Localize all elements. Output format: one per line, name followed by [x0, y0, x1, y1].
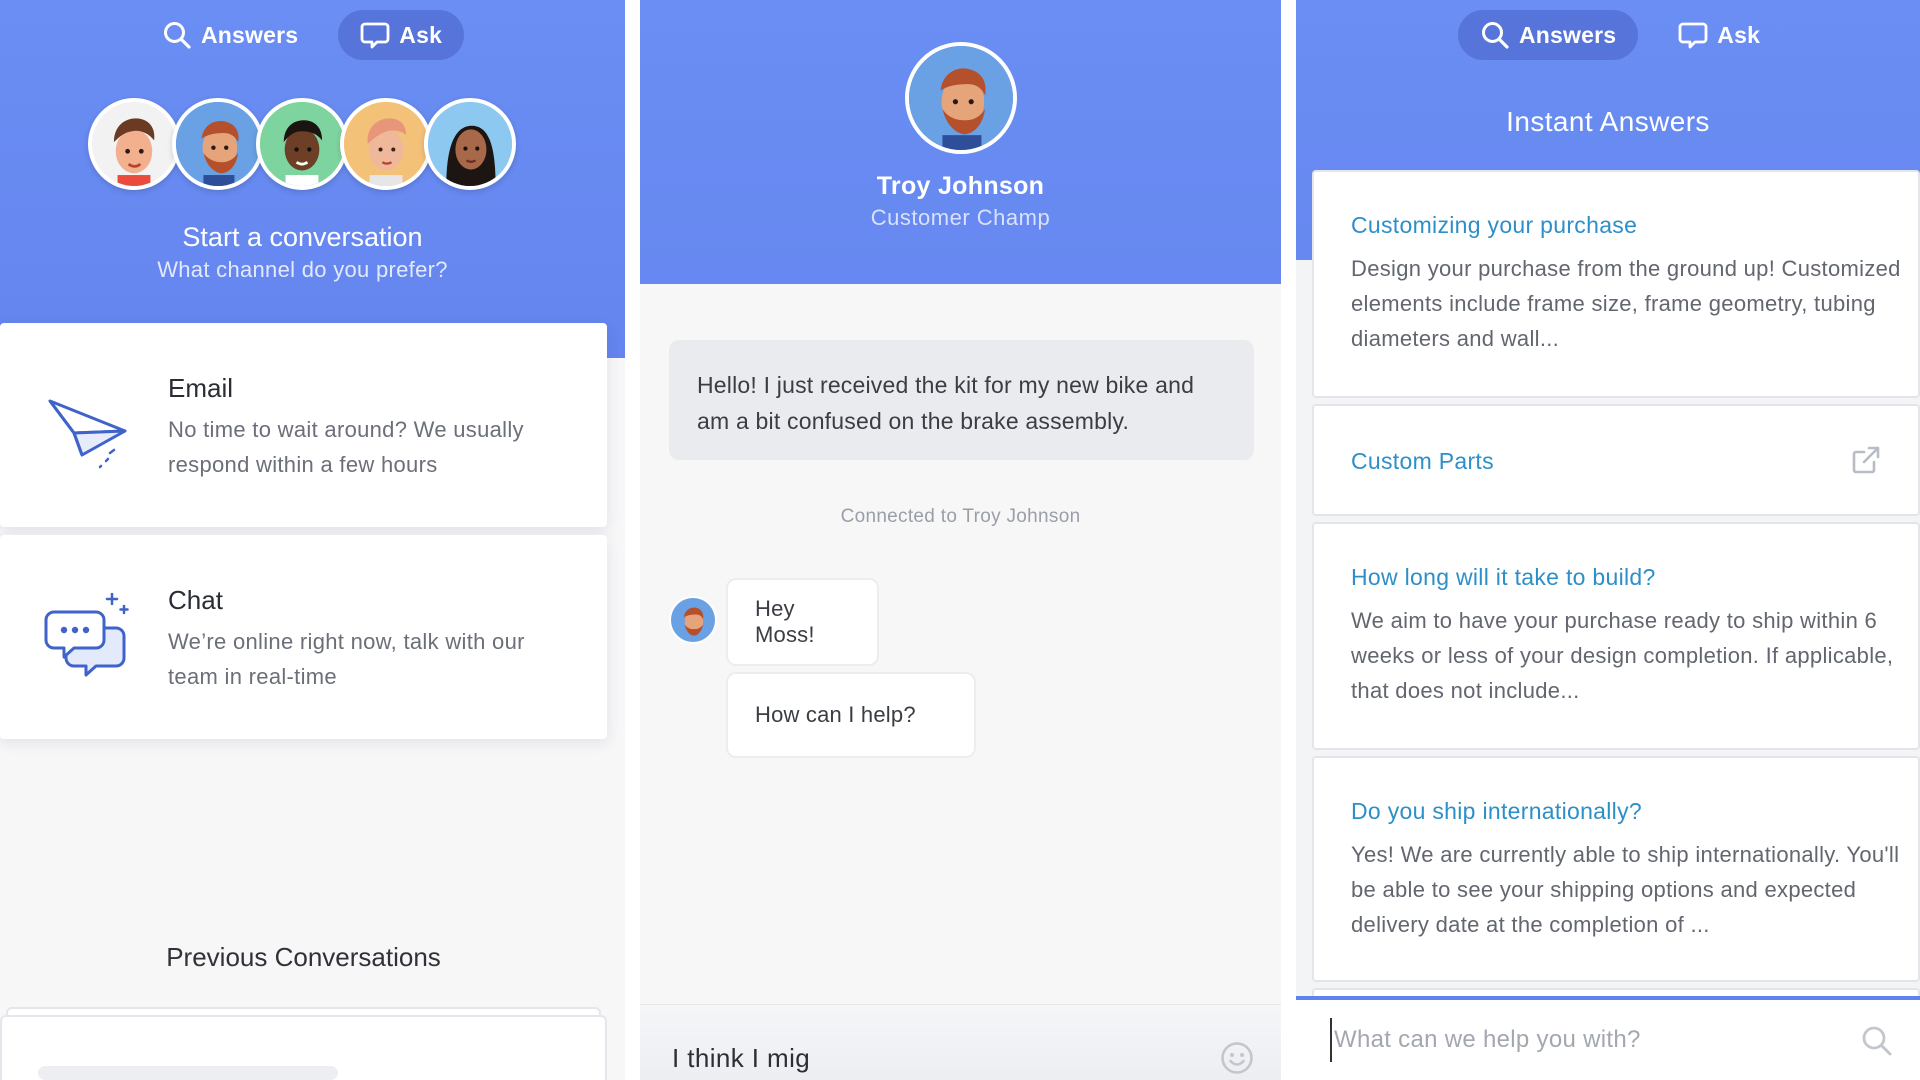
answers-tab[interactable]: Answers: [1458, 10, 1639, 60]
search-icon: [1482, 22, 1509, 49]
previous-conversation-preview: [38, 1066, 338, 1080]
avatar: [88, 98, 180, 190]
emoji-icon[interactable]: [1220, 1041, 1254, 1075]
avatar: [340, 98, 432, 190]
start-conversation-title: Start a conversation: [182, 222, 423, 252]
answers-tab[interactable]: Answers: [140, 10, 320, 60]
answers-tab-label: Answers: [1519, 21, 1617, 48]
chat-screen: Troy Johnson Customer Champ Hello! I jus…: [640, 0, 1281, 1080]
agent-role: Customer Champ: [870, 205, 1051, 230]
search-input[interactable]: [1330, 1018, 1850, 1062]
chat-card-title: Chat: [168, 585, 223, 615]
agent-message-bubble: How can I help?: [726, 672, 976, 758]
chat-card-description: We’re online right now, talk with our te…: [168, 629, 525, 689]
chat-bubble-icon: [1678, 22, 1708, 49]
agent-name: Troy Johnson: [876, 172, 1045, 200]
answer-excerpt: Yes! We are currently able to ship inter…: [1351, 842, 1900, 937]
agent-avatar-small: [669, 596, 717, 644]
answer-card-link[interactable]: Custom Parts: [1312, 404, 1920, 516]
answers-search-bar: [1296, 996, 1920, 1080]
ask-tab-label: Ask: [399, 21, 443, 48]
right-nav: Answers Ask: [1458, 10, 1782, 60]
email-card-title: Email: [168, 373, 234, 403]
external-link-icon: [1852, 446, 1880, 474]
email-card-description: No time to wait around? We usually respo…: [168, 417, 524, 477]
chat-bubble-icon: [360, 22, 390, 49]
team-avatars: [88, 98, 516, 190]
panel-gap: [625, 0, 640, 1080]
paper-plane-icon: [48, 399, 127, 469]
panel-gap: [1281, 0, 1296, 1080]
answer-title: How long will it take to build?: [1351, 564, 1656, 590]
answer-card[interactable]: How long will it take to build? We aim t…: [1312, 522, 1920, 750]
search-icon[interactable]: [1860, 1024, 1894, 1058]
ask-tab[interactable]: Ask: [338, 10, 465, 60]
chat-header: Troy Johnson Customer Champ: [640, 0, 1281, 284]
search-icon: [164, 22, 191, 49]
ask-tab-label: Ask: [1717, 21, 1761, 48]
answer-title: Do you ship internationally?: [1351, 798, 1642, 824]
message-input[interactable]: I think I mig: [672, 1043, 810, 1074]
avatar: [424, 98, 516, 190]
avatar: [256, 98, 348, 190]
answer-card[interactable]: Do you ship internationally? Yes! We are…: [1312, 756, 1920, 982]
left-nav: Answers Ask: [140, 10, 465, 60]
answer-title: Custom Parts: [1351, 448, 1494, 474]
email-channel-card[interactable]: Email No time to wait around? We usually…: [0, 323, 607, 527]
connection-status: Connected to Troy Johnson: [840, 506, 1081, 527]
instant-answers-title: Instant Answers: [1506, 106, 1710, 137]
start-conversation-screen: Answers Ask Start a conversation What ch…: [0, 0, 625, 1080]
previous-conversations-title: Previous Conversations: [166, 942, 441, 972]
answer-excerpt: Design your purchase from the ground up!…: [1351, 256, 1901, 351]
answer-excerpt: We aim to have your purchase ready to sh…: [1351, 608, 1894, 703]
avatar: [172, 98, 264, 190]
chat-channel-card[interactable]: Chat We’re online right now, talk with o…: [0, 535, 607, 739]
user-message-bubble: Hello! I just received the kit for my ne…: [669, 340, 1254, 460]
instant-answers-screen: Answers Ask Instant Answers Customizing …: [1296, 0, 1920, 1080]
agent-message-bubble: Hey Moss!: [726, 578, 879, 666]
agent-avatar: [905, 42, 1017, 154]
chat-dots-icon: [44, 592, 129, 677]
ask-tab[interactable]: Ask: [1656, 10, 1782, 60]
answer-title: Customizing your purchase: [1351, 212, 1638, 238]
start-conversation-subtitle: What channel do you prefer?: [157, 257, 448, 282]
message-composer[interactable]: I think I mig: [640, 1004, 1281, 1080]
left-header: Answers Ask Start a conversation What ch…: [0, 0, 625, 358]
answer-card[interactable]: Customizing your purchase Design your pu…: [1312, 170, 1920, 398]
answers-tab-label: Answers: [201, 21, 299, 48]
